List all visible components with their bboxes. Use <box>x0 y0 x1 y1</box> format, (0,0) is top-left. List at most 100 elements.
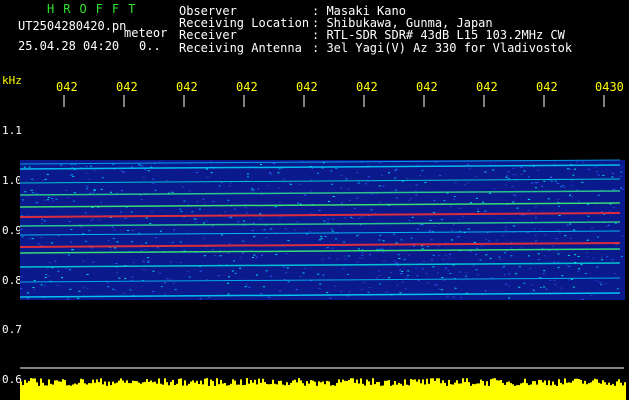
noise-pixel <box>574 254 577 256</box>
noise-pixel <box>32 192 35 194</box>
noise-pixel <box>379 234 382 236</box>
noise-pixel <box>473 242 476 243</box>
level-bar <box>360 378 362 400</box>
noise-pixel <box>86 274 89 275</box>
noise-pixel <box>425 272 428 274</box>
noise-pixel <box>246 212 248 214</box>
noise-pixel <box>173 229 176 231</box>
level-bar <box>494 378 496 400</box>
level-bar <box>172 379 174 400</box>
noise-pixel <box>287 281 290 283</box>
noise-pixel <box>23 166 26 168</box>
noise-pixel <box>389 272 392 274</box>
noise-pixel <box>450 239 453 241</box>
noise-pixel <box>131 166 134 168</box>
level-bar <box>508 381 510 400</box>
noise-pixel <box>520 173 523 175</box>
noise-pixel <box>317 273 320 275</box>
noise-pixel <box>594 166 597 168</box>
noise-pixel <box>349 200 351 202</box>
level-bar <box>44 385 46 400</box>
noise-pixel <box>411 216 414 218</box>
app-title: HROFFT <box>47 2 145 16</box>
level-bar <box>344 380 346 400</box>
noise-pixel <box>397 265 400 267</box>
level-bar <box>532 381 534 400</box>
level-bar <box>350 378 352 400</box>
noise-pixel <box>561 275 564 277</box>
noise-pixel <box>564 235 567 237</box>
noise-pixel <box>251 257 254 258</box>
level-bar <box>50 383 52 400</box>
noise-pixel <box>600 211 603 213</box>
noise-pixel <box>467 163 470 165</box>
noise-pixel <box>438 255 440 257</box>
noise-pixel <box>82 260 85 262</box>
noise-pixel <box>410 197 412 199</box>
noise-pixel <box>436 272 439 274</box>
noise-pixel <box>152 270 155 272</box>
noise-pixel <box>116 272 119 274</box>
noise-pixel <box>514 195 517 197</box>
noise-pixel <box>328 201 330 202</box>
noise-pixel <box>421 268 424 270</box>
level-bar <box>402 385 404 400</box>
level-bar <box>158 378 160 400</box>
level-bar <box>138 382 140 400</box>
noise-pixel <box>127 230 129 231</box>
noise-pixel <box>434 161 437 163</box>
noise-pixel <box>432 212 435 214</box>
noise-pixel <box>285 252 288 254</box>
level-bar <box>292 380 294 400</box>
noise-pixel <box>620 166 623 168</box>
noise-pixel <box>353 207 356 209</box>
x-tick-label: 0430 <box>595 80 624 94</box>
level-bar <box>432 378 434 400</box>
noise-pixel <box>350 216 353 218</box>
noise-pixel <box>309 190 312 192</box>
level-bar <box>60 381 62 400</box>
level-bar <box>100 378 102 400</box>
noise-pixel <box>67 298 69 300</box>
noise-pixel <box>90 165 92 167</box>
noise-pixel <box>244 207 247 209</box>
noise-pixel <box>557 183 560 184</box>
noise-pixel <box>140 199 143 200</box>
level-bar <box>502 383 504 400</box>
level-bar <box>132 380 134 400</box>
noise-pixel <box>408 220 411 221</box>
noise-pixel <box>331 183 333 185</box>
noise-pixel <box>554 283 557 285</box>
noise-pixel <box>340 202 343 204</box>
noise-pixel <box>48 275 51 277</box>
noise-pixel <box>31 238 34 240</box>
level-bar <box>330 385 332 400</box>
noise-pixel <box>620 171 623 173</box>
noise-pixel <box>260 164 262 165</box>
level-bar <box>382 385 384 400</box>
level-bar <box>342 379 344 400</box>
level-bar <box>42 382 44 400</box>
noise-pixel <box>328 257 331 259</box>
noise-pixel <box>278 187 281 189</box>
level-bar <box>550 385 552 400</box>
level-bar <box>274 383 276 400</box>
level-bar <box>554 384 556 400</box>
level-bar <box>74 383 76 400</box>
noise-pixel <box>147 261 150 263</box>
noise-pixel <box>124 217 127 219</box>
level-bar <box>420 383 422 400</box>
level-bar <box>546 385 548 400</box>
noise-pixel <box>440 219 443 221</box>
noise-pixel <box>340 290 343 292</box>
level-bar <box>98 382 100 400</box>
level-bar <box>614 385 616 400</box>
noise-pixel <box>549 177 552 178</box>
noise-pixel <box>438 288 441 290</box>
noise-pixel <box>611 259 614 261</box>
level-bar <box>196 380 198 400</box>
noise-pixel <box>205 279 208 281</box>
level-bar <box>52 384 54 400</box>
level-bar <box>604 382 606 400</box>
info-labels: Observer Receiving Location Receiver Rec… <box>179 5 309 54</box>
